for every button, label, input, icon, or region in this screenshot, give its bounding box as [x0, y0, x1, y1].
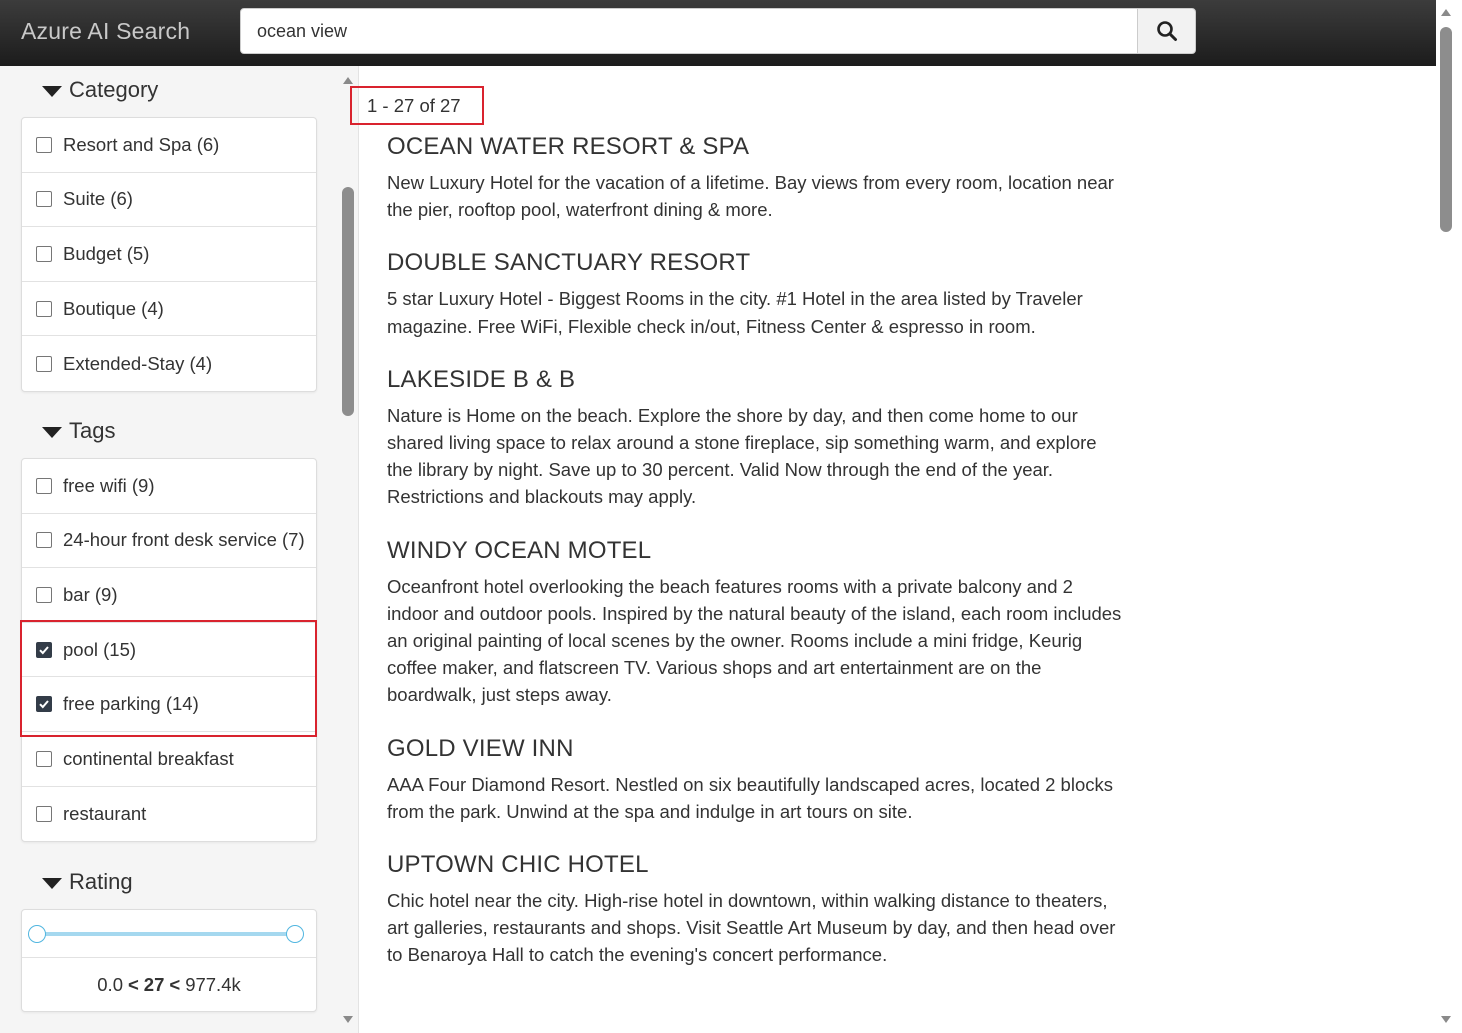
facet-title-category[interactable]: Category	[42, 77, 158, 103]
result-description: New Luxury Hotel for the vacation of a l…	[387, 172, 1114, 221]
result-title[interactable]: LAKESIDE B & B	[387, 366, 1127, 394]
sidebar-scroll-down-arrow[interactable]	[343, 1016, 353, 1023]
result-item: OCEAN WATER RESORT & SPA New Luxury Hote…	[387, 133, 1127, 223]
result-title[interactable]: WINDY OCEAN MOTEL	[387, 537, 1127, 565]
sidebar-scrollbar-thumb[interactable]	[342, 187, 354, 416]
brand-title[interactable]: Azure AI Search	[21, 18, 190, 45]
checkbox[interactable]	[36, 191, 52, 208]
search-button[interactable]	[1137, 8, 1196, 54]
facet-item-extended-stay[interactable]: Extended-Stay (4)	[22, 336, 316, 391]
slider-track	[37, 932, 295, 936]
sidebar-scroll-up-arrow[interactable]	[343, 77, 353, 84]
result-item: DOUBLE SANCTUARY RESORT 5 star Luxury Ho…	[387, 249, 1127, 339]
caret-down-icon	[42, 426, 62, 438]
caret-down-icon	[42, 877, 62, 889]
result-count: 1 - 27 of 27	[350, 86, 484, 125]
result-item: GOLD VIEW INN AAA Four Diamond Resort. N…	[387, 735, 1127, 825]
slider-handle-max[interactable]	[286, 925, 304, 943]
result-title[interactable]: OCEAN WATER RESORT & SPA	[387, 133, 1127, 161]
facet-item-resort-and-spa[interactable]: Resort and Spa (6)	[22, 118, 316, 173]
result-description: 5 star Luxury Hotel - Biggest Rooms in t…	[387, 288, 1083, 337]
checkbox[interactable]	[36, 477, 52, 494]
checkbox[interactable]	[36, 355, 52, 372]
result-item: LAKESIDE B & B Nature is Home on the bea…	[387, 366, 1127, 511]
checkbox[interactable]	[36, 136, 52, 153]
result-description: AAA Four Diamond Resort. Nestled on six …	[387, 773, 1113, 822]
result-description: Nature is Home on the beach. Explore the…	[387, 404, 1097, 508]
checkbox-checked[interactable]	[36, 641, 52, 658]
facet-item-restaurant[interactable]: restaurant	[22, 787, 316, 842]
checkbox-checked[interactable]	[36, 696, 52, 713]
result-item: UPTOWN CHIC HOTEL Chic hotel near the ci…	[387, 851, 1127, 969]
search-icon	[1156, 21, 1177, 41]
result-description: Oceanfront hotel overlooking the beach f…	[387, 575, 1122, 706]
results-list: OCEAN WATER RESORT & SPA New Luxury Hote…	[387, 133, 1127, 995]
result-item: WINDY OCEAN MOTEL Oceanfront hotel overl…	[387, 537, 1127, 709]
checkmark-icon	[39, 700, 49, 709]
facet-title-rating[interactable]: Rating	[42, 869, 133, 895]
facet-item-boutique[interactable]: Boutique (4)	[22, 282, 316, 337]
facet-title-tags[interactable]: Tags	[42, 418, 115, 444]
facet-item-bar[interactable]: bar (9)	[22, 568, 316, 623]
facet-item-pool[interactable]: pool (15)	[22, 623, 316, 678]
checkbox[interactable]	[36, 532, 52, 549]
checkbox[interactable]	[36, 750, 52, 767]
facet-item-continental-breakfast[interactable]: continental breakfast	[22, 732, 316, 787]
rating-range-slider[interactable]	[22, 910, 316, 958]
checkbox[interactable]	[36, 805, 52, 822]
checkbox[interactable]	[36, 586, 52, 603]
top-navbar: Azure AI Search	[0, 0, 1436, 66]
caret-down-icon	[42, 85, 62, 97]
facet-item-free-wifi[interactable]: free wifi (9)	[22, 459, 316, 514]
checkbox[interactable]	[36, 300, 52, 317]
result-title[interactable]: DOUBLE SANCTUARY RESORT	[387, 249, 1127, 277]
search-input[interactable]	[240, 8, 1138, 54]
checkmark-icon	[39, 645, 49, 655]
facet-item-24-hour-front-desk[interactable]: 24-hour front desk service (7)	[22, 514, 316, 569]
result-title[interactable]: GOLD VIEW INN	[387, 735, 1127, 763]
rating-range-label: 0.0 < 27 < 977.4k	[97, 974, 241, 995]
page-scroll-down-arrow[interactable]	[1441, 1016, 1451, 1023]
rating-facet-panel: 0.0 < 27 < 977.4k	[21, 909, 317, 1012]
category-facet-panel: Resort and Spa (6) Suite (6) Budget (5) …	[21, 117, 317, 392]
facet-item-budget[interactable]: Budget (5)	[22, 227, 316, 282]
tags-facet-panel: free wifi (9) 24-hour front desk service…	[21, 458, 317, 843]
slider-handle-min[interactable]	[28, 925, 46, 943]
page-scroll-up-arrow[interactable]	[1441, 9, 1451, 16]
facet-item-suite[interactable]: Suite (6)	[22, 173, 316, 228]
facet-item-free-parking[interactable]: free parking (14)	[22, 677, 316, 732]
result-title[interactable]: UPTOWN CHIC HOTEL	[387, 851, 1127, 879]
result-description: Chic hotel near the city. High-rise hote…	[387, 890, 1116, 966]
checkbox[interactable]	[36, 245, 52, 262]
page-scrollbar-thumb[interactable]	[1440, 27, 1452, 232]
